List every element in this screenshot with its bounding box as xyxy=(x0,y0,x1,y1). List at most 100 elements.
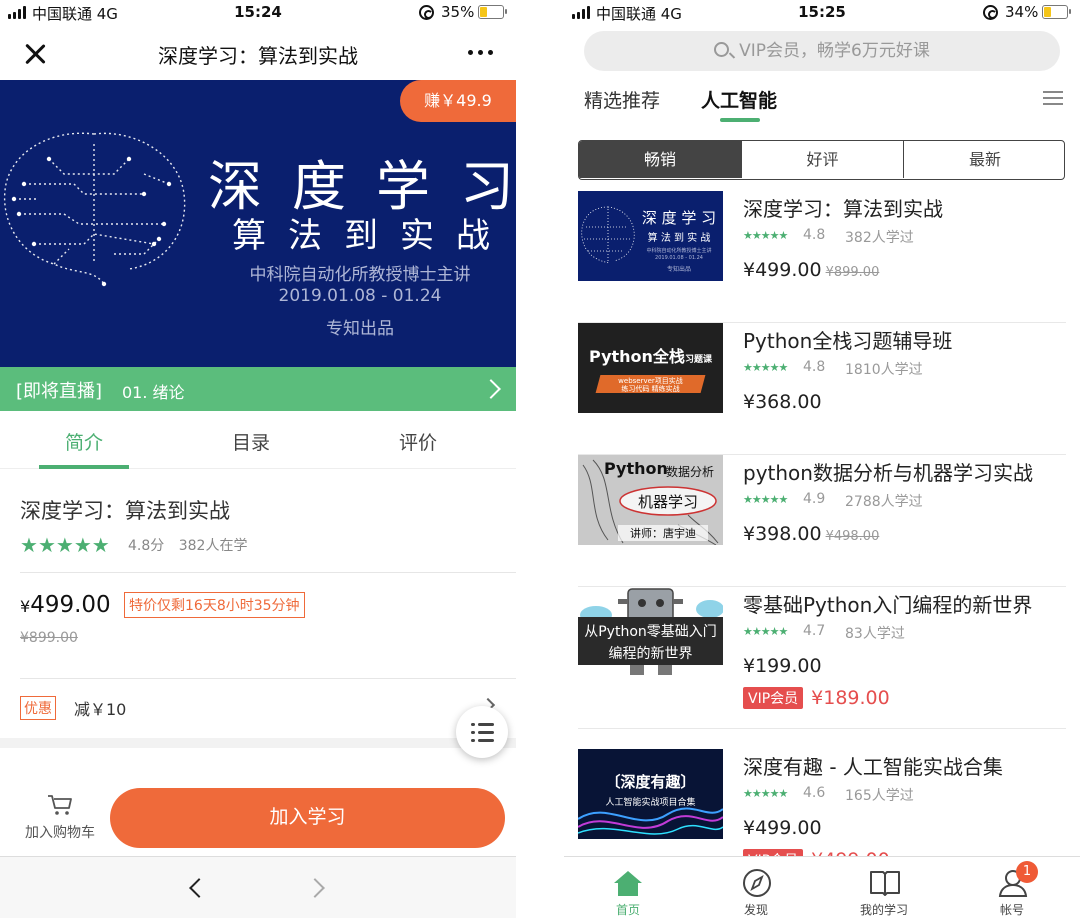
tab-label: 我的学习 xyxy=(859,903,908,917)
tab-label: 帐号 xyxy=(999,903,1024,917)
tab-home[interactable]: 首页 xyxy=(564,857,692,918)
thumb-title: 从Python零基础入门 xyxy=(584,624,717,640)
catalog-fab[interactable] xyxy=(456,706,508,758)
thumb-title-small: 习题课 xyxy=(684,355,712,365)
tab-bar: 首页 发现 我的学习 1 帐号 xyxy=(564,856,1080,918)
course-title: Python全栈习题辅导班 xyxy=(743,329,953,353)
thumb-title: 深 度 学 习 xyxy=(641,209,717,227)
nav-header: 深度学习：算法到实战 xyxy=(0,26,516,80)
tab-reviews[interactable]: 评价 xyxy=(358,428,478,455)
course-title: 深度学习：算法到实战 xyxy=(20,499,230,523)
course-learners: 382人学过 xyxy=(845,230,914,246)
course-learners: 165人学过 xyxy=(845,788,914,804)
search-input[interactable]: VIP会员，畅学6万元好课 xyxy=(584,31,1060,71)
course-rating: 4.8 xyxy=(803,227,826,243)
detail-tabs: 简介 目录 评价 xyxy=(0,411,516,469)
more-icon[interactable] xyxy=(468,50,496,56)
course-banner[interactable]: 深度学习 算法到实战 中科院自动化所教授博士主讲 2019.01.08 - 01… xyxy=(0,80,516,367)
thumb-band-line2: 练习代码 精练实战 xyxy=(621,385,680,393)
tab-indicator xyxy=(39,465,129,469)
thumb-title: Python全栈习题课 xyxy=(578,343,723,367)
browser-nav xyxy=(0,856,516,918)
course-price: ¥398.00 ¥498.00 xyxy=(743,523,879,545)
thumb-subtitle: 人工智能实战项目合集 xyxy=(605,798,696,808)
clock: 15:25 xyxy=(798,3,846,21)
list-item[interactable]: Python全栈习题课 webserver项目实战 练习代码 精练实战 Pyth… xyxy=(578,323,1066,455)
menu-icon[interactable] xyxy=(1043,91,1063,105)
list-item[interactable]: 深 度 学 习 算 法 到 实 战 中科院自动化所教授博士主讲 2019.01.… xyxy=(578,191,1066,323)
battery-percent: 34% xyxy=(1005,3,1039,21)
price-symbol: ¥ xyxy=(20,597,31,616)
sort-top-rated[interactable]: 好评 xyxy=(741,141,903,178)
status-bar: 中国联通 4G 15:24 35% xyxy=(0,0,516,26)
rating-stars: ★★★★★ xyxy=(743,787,788,800)
original-price: ¥498.00 xyxy=(825,529,880,544)
course-price: ¥499.00 xyxy=(743,817,826,839)
vip-badge: VIP会员 xyxy=(743,687,804,709)
tab-featured[interactable]: 精选推荐 xyxy=(584,86,660,113)
discount-value[interactable]: 减￥10 xyxy=(74,696,126,720)
clock: 15:24 xyxy=(234,3,282,21)
discount-tag: 优惠 xyxy=(20,696,56,720)
course-title: 零基础Python入门编程的新世界 xyxy=(743,593,1033,617)
thumb-title: 〔深度有趣〕 xyxy=(605,773,696,791)
join-study-button[interactable]: 加入学习 xyxy=(110,788,505,848)
tab-intro[interactable]: 简介 xyxy=(24,428,144,455)
tab-ai[interactable]: 人工智能 xyxy=(701,86,777,113)
tab-catalog[interactable]: 目录 xyxy=(191,428,311,455)
back-icon[interactable] xyxy=(189,878,209,898)
sort-segmented-control: 畅销 好评 最新 xyxy=(578,140,1065,180)
battery-icon xyxy=(478,5,507,19)
course-thumbnail: Python全栈习题课 webserver项目实战 练习代码 精练实战 xyxy=(578,323,723,413)
course-detail-screen: 中国联通 4G 15:24 35% 深度学习：算法到实战 深度学习 算法到实战 … xyxy=(0,0,516,918)
thumb-title-2: 数据分析 xyxy=(666,465,715,479)
tab-indicator xyxy=(720,118,760,122)
battery-icon xyxy=(1042,5,1071,19)
original-price: ¥899.00 xyxy=(20,630,78,646)
vip-price: ¥189.00 xyxy=(811,687,890,709)
course-thumbnail: Python 数据分析 机器学习 讲师：唐宇迪 xyxy=(578,455,723,545)
course-price: ¥499.00 xyxy=(20,592,111,618)
tab-discover[interactable]: 发现 xyxy=(692,857,820,918)
course-rating: 4.8 xyxy=(803,359,826,375)
thumb-subtitle: 编程的新世界 xyxy=(608,646,693,662)
forward-icon[interactable] xyxy=(305,878,325,898)
rating-stars: ★★★★★ xyxy=(743,229,788,242)
vip-price-row: VIP会员 ¥189.00 xyxy=(743,687,890,709)
tab-label: 发现 xyxy=(743,903,768,917)
sort-bestselling[interactable]: 畅销 xyxy=(579,141,741,178)
book-icon xyxy=(870,871,900,896)
course-price: ¥368.00 xyxy=(743,391,826,413)
sort-newest[interactable]: 最新 xyxy=(903,141,1064,178)
banner-subtitle: 算法到实战 xyxy=(232,216,512,256)
course-thumbnail: 从Python零基础入门 编程的新世界 xyxy=(578,587,723,677)
search-icon xyxy=(714,41,730,57)
promo-countdown: 特价仅剩16天8小时35分钟 xyxy=(124,592,305,618)
course-thumbnail: 〔深度有趣〕 人工智能实战项目合集 xyxy=(578,749,723,839)
tab-my-learning[interactable]: 我的学习 xyxy=(820,857,948,918)
notification-badge: 1 xyxy=(1016,861,1038,883)
rating-stars: ★★★★★ xyxy=(20,533,110,557)
circuit-brain-icon xyxy=(581,206,635,264)
wave-art xyxy=(578,807,723,835)
earn-badge[interactable]: 赚￥49.9 xyxy=(400,80,516,122)
tab-account[interactable]: 1 帐号 xyxy=(948,857,1076,918)
course-rating: 4.9 xyxy=(803,491,826,507)
thumb-lecturer: 中科院自动化所教授博士主讲 xyxy=(646,248,712,254)
home-icon xyxy=(614,871,642,896)
course-price: ¥199.00 xyxy=(743,655,826,677)
tab-label: 首页 xyxy=(615,903,640,917)
list-item[interactable]: 从Python零基础入门 编程的新世界 零基础Python入门编程的新世界 ★★… xyxy=(578,587,1066,729)
thumb-subtitle: 算 法 到 实 战 xyxy=(647,233,711,244)
add-to-cart-button[interactable]: 加入购物车 xyxy=(20,794,100,842)
rotation-lock-icon xyxy=(419,5,434,20)
live-notice-bar[interactable]: [即将直播] 01. 绪论 xyxy=(0,367,516,411)
live-tag: [即将直播] xyxy=(16,381,103,402)
thumb-title-main: Python全栈 xyxy=(589,347,685,366)
thumb-title: Python xyxy=(604,459,668,478)
list-item[interactable]: Python 数据分析 机器学习 讲师：唐宇迪 python数据分析与机器学习实… xyxy=(578,455,1066,587)
thumb-teacher: 讲师：唐宇迪 xyxy=(618,525,708,541)
battery-percent: 35% xyxy=(441,3,475,21)
thumb-subtitle: 机器学习 xyxy=(637,493,698,511)
course-thumbnail: 深 度 学 习 算 法 到 实 战 中科院自动化所教授博士主讲 2019.01.… xyxy=(578,191,723,281)
